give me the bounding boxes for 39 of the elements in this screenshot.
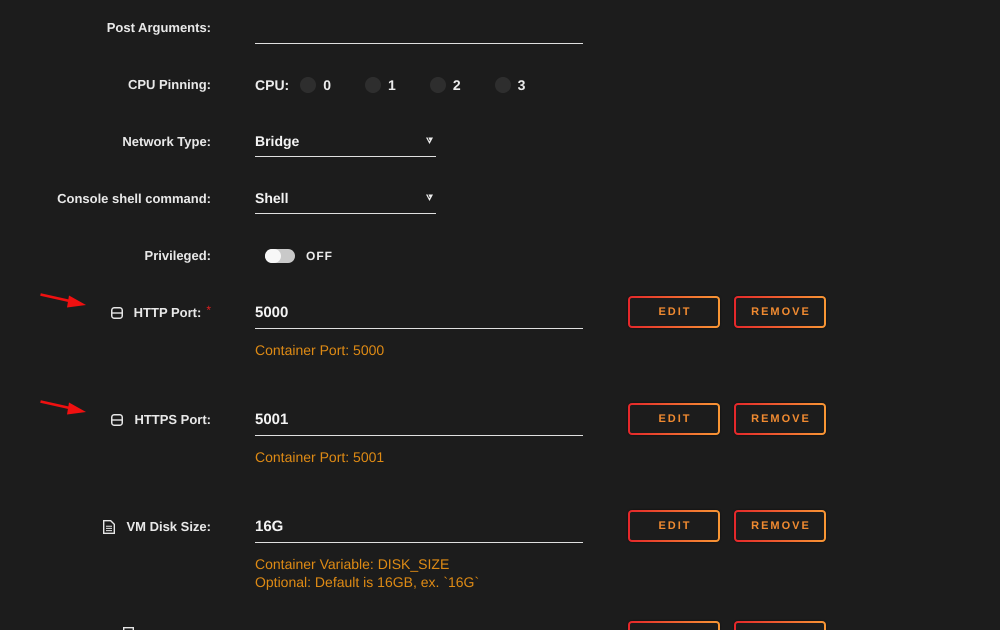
input-field[interactable]: 5000 [255, 296, 583, 329]
minus-square-icon [110, 306, 123, 318]
option-label: 0 [323, 76, 332, 92]
field-label: HTTPS Port: [134, 412, 211, 427]
edit-button[interactable]: EDIT [628, 510, 720, 542]
edit-button[interactable]: EDIT [628, 296, 720, 328]
dropdown[interactable]: Bridge [255, 125, 436, 157]
field-label: HTTP Port: [134, 305, 202, 320]
option-label: 1 [388, 76, 396, 92]
hint-text: Container Variable: DISK_SIZE [255, 555, 450, 573]
field-label: CPU Pinning: [128, 77, 211, 92]
field-label: Privileged: [144, 248, 211, 263]
input-field[interactable]: 16G [255, 510, 583, 543]
prefix-label: CPU: [255, 76, 290, 92]
hint-text: Optional: Default is 16GB, ex. `16G` [255, 573, 480, 591]
field-label: VM Disk Size: [126, 519, 211, 534]
hint-text: Container Port: 5001 [255, 448, 386, 466]
cut-off-icon [123, 627, 134, 630]
edit-button[interactable]: EDIT [628, 403, 720, 435]
required-mark: * [206, 302, 211, 316]
document-icon [103, 520, 116, 534]
remove-button[interactable]: REMOVE [734, 510, 826, 542]
field-label: Network Type: [122, 134, 211, 149]
remove-button[interactable]: REMOVE [734, 296, 826, 328]
option-label: 3 [518, 76, 526, 92]
toggle-switch[interactable] [265, 248, 295, 262]
dropdown[interactable]: Shell [255, 182, 436, 214]
minus-square-icon [111, 414, 124, 426]
hint-text: Container Port: 5000 [255, 341, 386, 359]
caret-icon [426, 137, 433, 144]
remove-button[interactable]: REMOVE [734, 403, 826, 435]
input-field[interactable]: 5001 [255, 403, 583, 436]
caret-icon [426, 194, 433, 201]
cut-off-button[interactable] [734, 621, 826, 630]
field-label: Post Arguments: [106, 20, 211, 35]
field-label: Console shell command: [57, 191, 211, 206]
toggle-state-label: OFF [306, 248, 333, 262]
cut-off-button[interactable] [628, 621, 720, 630]
option-label: 2 [452, 76, 461, 92]
